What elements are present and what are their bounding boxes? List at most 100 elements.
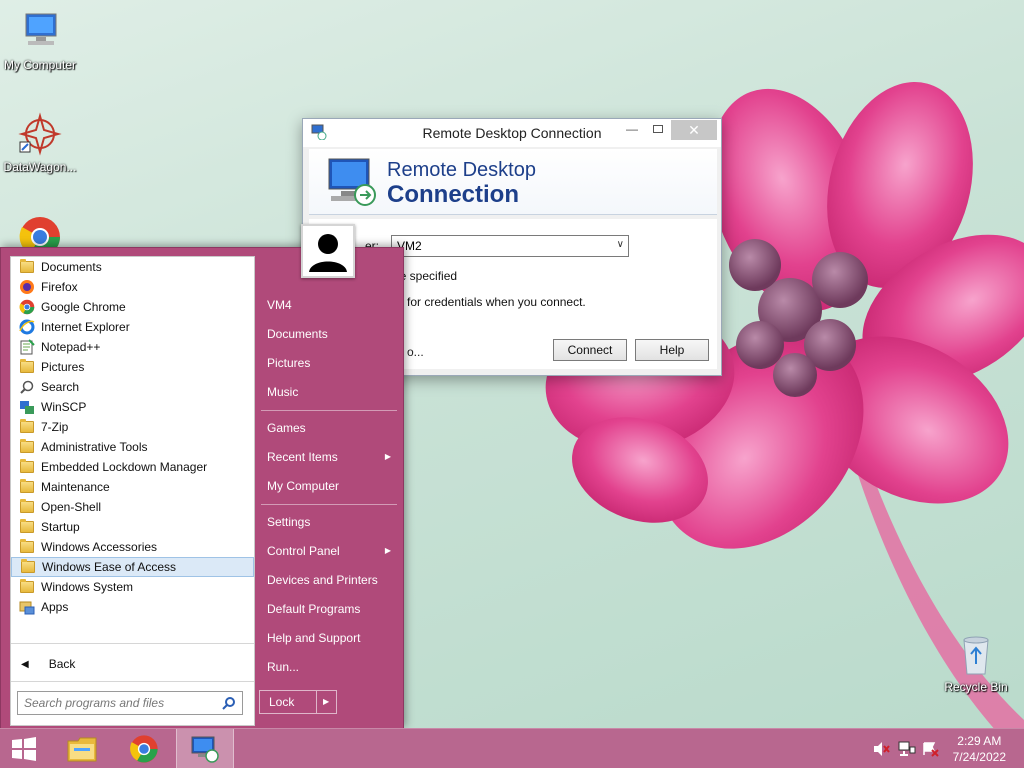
rdc-banner: Remote Desktop Connection xyxy=(309,149,717,215)
program-item[interactable]: Documents xyxy=(11,257,254,277)
triangle-right-icon[interactable]: ▶ xyxy=(323,691,329,713)
start-place-item[interactable]: Settings xyxy=(259,509,399,535)
start-place-label: Control Panel xyxy=(267,544,340,558)
program-label: WinSCP xyxy=(41,400,87,414)
chrome-icon xyxy=(19,299,35,315)
close-icon: ✕ xyxy=(688,121,700,138)
program-item[interactable]: Apps xyxy=(11,597,254,617)
start-place-item[interactable]: Help and Support xyxy=(259,625,399,651)
start-place-item[interactable]: Documents xyxy=(259,321,399,347)
clock-time: 2:29 AM xyxy=(957,734,1002,748)
network-icon[interactable] xyxy=(898,741,916,757)
program-item[interactable]: Startup xyxy=(11,517,254,537)
start-place-item[interactable]: Music xyxy=(259,379,399,405)
triangle-left-icon: ◀ xyxy=(21,658,29,670)
start-place-item[interactable]: Games xyxy=(259,415,399,441)
desktop-icon-recycle-bin[interactable]: Recycle Bin xyxy=(936,632,1016,694)
taskbar-rdc[interactable] xyxy=(176,729,234,768)
start-place-item[interactable]: Control Panel ▶ xyxy=(259,538,399,564)
program-item[interactable]: Windows System xyxy=(11,577,254,597)
taskbar: 2:29 AM 7/24/2022 xyxy=(0,728,1024,768)
divider xyxy=(11,643,254,644)
notepadpp-icon xyxy=(19,339,35,355)
program-label: Google Chrome xyxy=(41,300,126,314)
maximize-button[interactable] xyxy=(643,119,673,139)
taskbar-explorer[interactable] xyxy=(56,729,108,768)
start-place-item[interactable]: Default Programs xyxy=(259,596,399,622)
taskbar-clock[interactable]: 2:29 AM 7/24/2022 xyxy=(953,733,1006,765)
start-place-label: Games xyxy=(267,421,306,435)
program-label: Windows Ease of Access xyxy=(42,560,177,574)
program-label: Startup xyxy=(41,520,80,534)
rdc-monitor-icon xyxy=(325,157,379,210)
chevron-down-icon: ∨ xyxy=(616,239,624,250)
help-button[interactable]: Help xyxy=(635,339,709,361)
start-place-item[interactable]: Recent Items ▶ xyxy=(259,444,399,470)
taskbar-chrome[interactable] xyxy=(118,729,170,768)
divider xyxy=(11,681,254,682)
windows-logo-icon xyxy=(12,737,36,761)
program-item[interactable]: Search xyxy=(11,377,254,397)
divider xyxy=(261,504,397,505)
show-options-link[interactable]: o... xyxy=(407,345,424,359)
lock-divider xyxy=(316,691,317,713)
search-placeholder: Search programs and files xyxy=(24,696,165,710)
rdc-titlebar[interactable]: Remote Desktop Connection — ✕ xyxy=(303,119,721,147)
start-place-item[interactable]: Pictures xyxy=(259,350,399,376)
start-place-item[interactable]: Devices and Printers xyxy=(259,567,399,593)
program-item[interactable]: Notepad++ xyxy=(11,337,254,357)
start-place-label: Default Programs xyxy=(267,602,361,616)
folder-icon xyxy=(19,499,35,515)
program-item[interactable]: Internet Explorer xyxy=(11,317,254,337)
start-place-item[interactable]: Run... xyxy=(259,654,399,680)
folder-icon xyxy=(19,419,35,435)
submenu-arrow-icon: ▶ xyxy=(384,452,391,461)
program-item[interactable]: WinSCP xyxy=(11,397,254,417)
program-item[interactable]: Google Chrome xyxy=(11,297,254,317)
program-label: Documents xyxy=(41,260,102,274)
start-place-item[interactable]: My Computer xyxy=(259,473,399,499)
folder-icon xyxy=(20,559,36,575)
program-item[interactable]: Embedded Lockdown Manager xyxy=(11,457,254,477)
folder-icon xyxy=(19,539,35,555)
action-center-icon[interactable] xyxy=(922,741,940,757)
desktop-icon-datawagon[interactable]: DataWagon... xyxy=(0,112,80,174)
start-button[interactable] xyxy=(0,729,48,768)
file-explorer-icon xyxy=(67,737,97,762)
program-item[interactable]: Pictures xyxy=(11,357,254,377)
program-label: Internet Explorer xyxy=(41,320,130,334)
close-button[interactable]: ✕ xyxy=(671,120,717,140)
start-place-item[interactable]: VM4 xyxy=(259,292,399,318)
program-label: Windows Accessories xyxy=(41,540,158,554)
program-label: Administrative Tools xyxy=(41,440,148,454)
connect-button[interactable]: Connect xyxy=(553,339,627,361)
program-item[interactable]: 7-Zip xyxy=(11,417,254,437)
back-button[interactable]: ◀ Back xyxy=(11,653,254,675)
program-item[interactable]: Windows Accessories xyxy=(11,537,254,557)
search-icon xyxy=(19,379,35,395)
folder-pictures-icon xyxy=(19,359,35,375)
program-item[interactable]: Firefox xyxy=(11,277,254,297)
search-input[interactable]: Search programs and files xyxy=(17,691,243,715)
program-label: Firefox xyxy=(41,280,78,294)
program-item[interactable]: Maintenance xyxy=(11,477,254,497)
program-item[interactable]: Windows Ease of Access xyxy=(11,557,254,577)
lock-button[interactable]: Lock ▶ xyxy=(259,690,337,714)
start-place-label: Recent Items xyxy=(267,450,338,464)
program-item[interactable]: Administrative Tools xyxy=(11,437,254,457)
start-menu: Documents Firefox Google Chrome Internet Ex… xyxy=(0,247,404,729)
firefox-icon xyxy=(19,279,35,295)
recycle-bin-icon xyxy=(954,632,998,676)
credentials-text: for credentials when you connect. xyxy=(407,295,586,309)
desktop-icon-label: Recycle Bin xyxy=(944,680,1008,694)
start-place-label: Settings xyxy=(267,515,311,529)
computer-select[interactable]: VM2 ∨ xyxy=(391,235,629,257)
datawagon-icon xyxy=(18,112,62,156)
program-item[interactable]: Open-Shell xyxy=(11,497,254,517)
user-avatar[interactable] xyxy=(301,224,355,278)
volume-muted-icon[interactable] xyxy=(872,741,890,757)
remote-desktop-icon xyxy=(191,736,219,763)
program-label: Maintenance xyxy=(41,480,110,494)
program-label: Windows System xyxy=(41,580,134,594)
desktop-icon-my-computer[interactable]: My Computer xyxy=(0,10,80,72)
